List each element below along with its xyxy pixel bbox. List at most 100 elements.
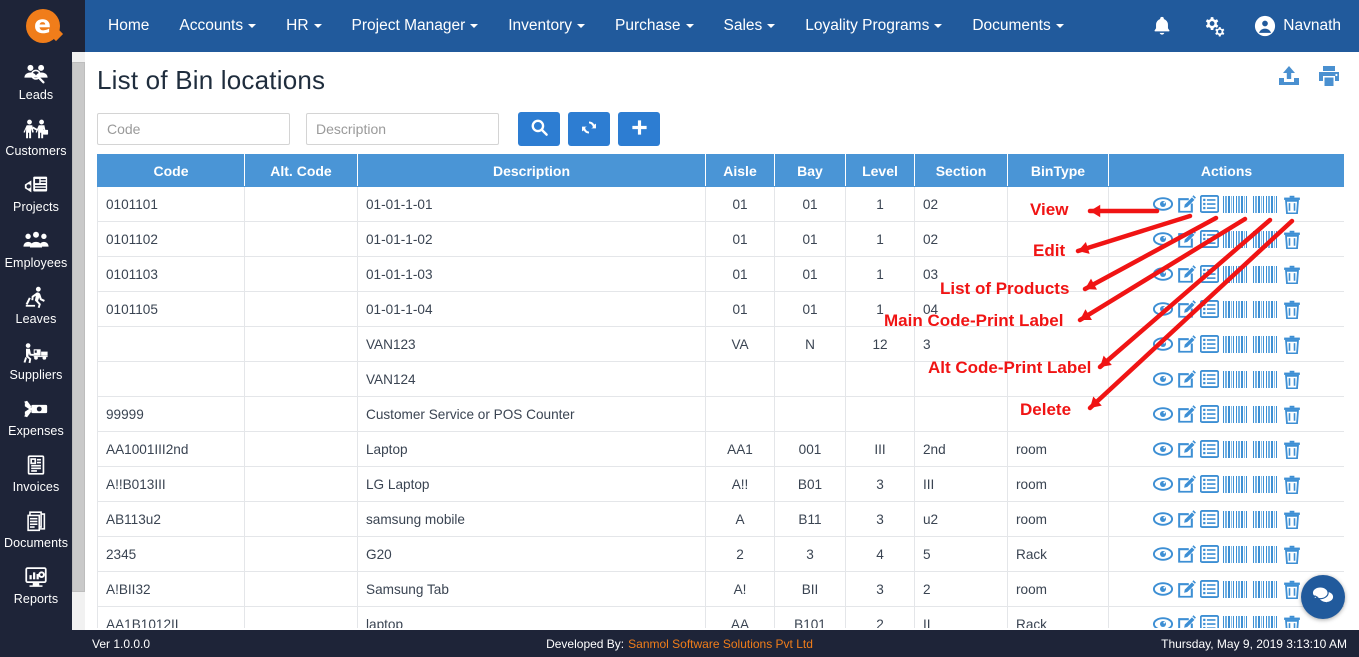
add-button[interactable] bbox=[618, 112, 660, 146]
edit-button[interactable] bbox=[1177, 475, 1196, 493]
sidebar-item-invoices[interactable]: Invoices bbox=[0, 444, 72, 500]
list-of-products-button[interactable] bbox=[1199, 440, 1219, 458]
alt-code-print-label-button[interactable] bbox=[1252, 580, 1279, 598]
list-of-products-button[interactable] bbox=[1199, 265, 1219, 283]
alt-code-print-label-button[interactable] bbox=[1252, 230, 1279, 248]
alt-code-print-label-button[interactable] bbox=[1252, 195, 1279, 213]
list-of-products-button[interactable] bbox=[1199, 510, 1219, 528]
alt-code-print-label-button[interactable] bbox=[1252, 370, 1279, 388]
list-of-products-button[interactable] bbox=[1199, 195, 1219, 213]
delete-button[interactable] bbox=[1283, 195, 1301, 214]
sidebar-item-documents[interactable]: Documents bbox=[0, 500, 72, 556]
printer-icon[interactable] bbox=[1316, 64, 1342, 88]
list-of-products-button[interactable] bbox=[1199, 475, 1219, 493]
column-header-code[interactable]: Code bbox=[97, 154, 245, 187]
edit-button[interactable] bbox=[1177, 300, 1196, 318]
view-button[interactable] bbox=[1152, 300, 1173, 318]
sidebar-item-projects[interactable]: Projects bbox=[0, 164, 72, 220]
list-of-products-button[interactable] bbox=[1199, 615, 1219, 628]
sidebar-item-employees[interactable]: Employees bbox=[0, 220, 72, 276]
main-code-print-label-button[interactable] bbox=[1222, 440, 1249, 458]
search-description-input[interactable] bbox=[306, 113, 499, 145]
delete-button[interactable] bbox=[1283, 545, 1301, 564]
delete-button[interactable] bbox=[1283, 405, 1301, 424]
column-header-section[interactable]: Section bbox=[914, 154, 1008, 187]
alt-code-print-label-button[interactable] bbox=[1252, 545, 1279, 563]
nav-item-hr[interactable]: HR bbox=[286, 17, 322, 35]
main-code-print-label-button[interactable] bbox=[1222, 615, 1249, 628]
edit-button[interactable] bbox=[1177, 580, 1196, 598]
edit-button[interactable] bbox=[1177, 440, 1196, 458]
list-of-products-button[interactable] bbox=[1199, 300, 1219, 318]
delete-button[interactable] bbox=[1283, 230, 1301, 249]
search-button[interactable] bbox=[518, 112, 560, 146]
view-button[interactable] bbox=[1152, 510, 1173, 528]
main-code-print-label-button[interactable] bbox=[1222, 510, 1249, 528]
nav-item-loyality-programs[interactable]: Loyality Programs bbox=[805, 17, 943, 35]
delete-button[interactable] bbox=[1283, 370, 1301, 389]
view-button[interactable] bbox=[1152, 440, 1173, 458]
main-code-print-label-button[interactable] bbox=[1222, 335, 1249, 353]
user-menu[interactable]: Navnath bbox=[1254, 15, 1341, 37]
view-button[interactable] bbox=[1152, 580, 1173, 598]
edit-button[interactable] bbox=[1177, 265, 1196, 283]
sidebar-item-leads[interactable]: Leads bbox=[0, 52, 72, 108]
upload-export-icon[interactable] bbox=[1276, 64, 1302, 88]
delete-button[interactable] bbox=[1283, 265, 1301, 284]
list-of-products-button[interactable] bbox=[1199, 370, 1219, 388]
list-of-products-button[interactable] bbox=[1199, 335, 1219, 353]
view-button[interactable] bbox=[1152, 615, 1173, 628]
main-code-print-label-button[interactable] bbox=[1222, 300, 1249, 318]
delete-button[interactable] bbox=[1283, 335, 1301, 354]
nav-item-purchase[interactable]: Purchase bbox=[615, 17, 694, 35]
main-code-print-label-button[interactable] bbox=[1222, 195, 1249, 213]
edit-button[interactable] bbox=[1177, 230, 1196, 248]
main-code-print-label-button[interactable] bbox=[1222, 370, 1249, 388]
list-of-products-button[interactable] bbox=[1199, 405, 1219, 423]
main-code-print-label-button[interactable] bbox=[1222, 545, 1249, 563]
main-code-print-label-button[interactable] bbox=[1222, 265, 1249, 283]
brand-logo[interactable]: e bbox=[0, 0, 85, 52]
delete-button[interactable] bbox=[1283, 615, 1301, 628]
edit-button[interactable] bbox=[1177, 510, 1196, 528]
gears-icon[interactable] bbox=[1201, 15, 1226, 38]
nav-item-project-manager[interactable]: Project Manager bbox=[352, 17, 479, 35]
alt-code-print-label-button[interactable] bbox=[1252, 510, 1279, 528]
sidebar-item-leaves[interactable]: Leaves bbox=[0, 276, 72, 332]
delete-button[interactable] bbox=[1283, 510, 1301, 529]
delete-button[interactable] bbox=[1283, 580, 1301, 599]
edit-button[interactable] bbox=[1177, 615, 1196, 628]
edit-button[interactable] bbox=[1177, 545, 1196, 563]
alt-code-print-label-button[interactable] bbox=[1252, 475, 1279, 493]
chat-bubble-button[interactable] bbox=[1301, 575, 1345, 619]
view-button[interactable] bbox=[1152, 545, 1173, 563]
alt-code-print-label-button[interactable] bbox=[1252, 440, 1279, 458]
edit-button[interactable] bbox=[1177, 405, 1196, 423]
nav-item-inventory[interactable]: Inventory bbox=[508, 17, 586, 35]
nav-item-home[interactable]: Home bbox=[108, 17, 149, 35]
main-code-print-label-button[interactable] bbox=[1222, 230, 1249, 248]
column-header-actions[interactable]: Actions bbox=[1108, 154, 1344, 187]
alt-code-print-label-button[interactable] bbox=[1252, 265, 1279, 283]
view-button[interactable] bbox=[1152, 335, 1173, 353]
search-code-input[interactable] bbox=[97, 113, 290, 145]
sidebar-item-suppliers[interactable]: Suppliers bbox=[0, 332, 72, 388]
nav-item-documents[interactable]: Documents bbox=[972, 17, 1064, 35]
sidebar-scrollbar-thumb[interactable] bbox=[72, 62, 85, 592]
view-button[interactable] bbox=[1152, 195, 1173, 213]
view-button[interactable] bbox=[1152, 265, 1173, 283]
list-of-products-button[interactable] bbox=[1199, 545, 1219, 563]
bell-icon[interactable] bbox=[1151, 15, 1173, 37]
main-code-print-label-button[interactable] bbox=[1222, 475, 1249, 493]
edit-button[interactable] bbox=[1177, 335, 1196, 353]
alt-code-print-label-button[interactable] bbox=[1252, 300, 1279, 318]
sidebar-item-reports[interactable]: Reports bbox=[0, 556, 72, 612]
alt-code-print-label-button[interactable] bbox=[1252, 615, 1279, 628]
sidebar-item-customers[interactable]: Customers bbox=[0, 108, 72, 164]
nav-item-sales[interactable]: Sales bbox=[724, 17, 776, 35]
sidebar-item-expenses[interactable]: Expenses bbox=[0, 388, 72, 444]
main-code-print-label-button[interactable] bbox=[1222, 405, 1249, 423]
delete-button[interactable] bbox=[1283, 475, 1301, 494]
delete-button[interactable] bbox=[1283, 440, 1301, 459]
footer-developer-link[interactable]: Sanmol Software Solutions Pvt Ltd bbox=[628, 637, 813, 651]
